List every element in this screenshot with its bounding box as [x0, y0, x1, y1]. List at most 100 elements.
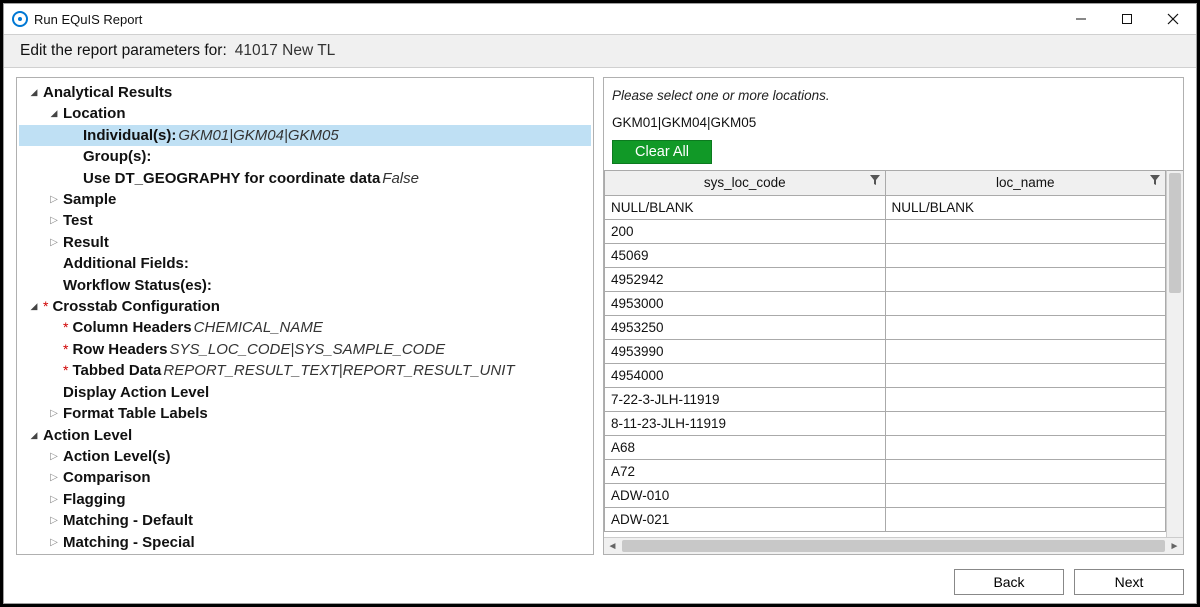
- cell-loc-name: [885, 483, 1166, 507]
- caret-open-icon[interactable]: [27, 86, 41, 100]
- tree-item[interactable]: Matching - Special: [19, 532, 591, 553]
- tree-item[interactable]: *Tabbed Data REPORT_RESULT_TEXT|REPORT_R…: [19, 360, 591, 381]
- tree-item[interactable]: Display Action Level: [19, 382, 591, 403]
- column-header-loc-name[interactable]: loc_name: [885, 171, 1166, 195]
- tree-item[interactable]: Sample: [19, 189, 591, 210]
- minimize-button[interactable]: [1058, 4, 1104, 34]
- table-row[interactable]: A72: [605, 459, 1166, 483]
- picker-selection: GKM01|GKM04|GKM05: [612, 115, 1179, 130]
- required-star: *: [63, 339, 68, 360]
- table-row[interactable]: A68: [605, 435, 1166, 459]
- caret-none: [47, 343, 61, 357]
- scroll-right-arrow[interactable]: ►: [1166, 538, 1183, 554]
- tree-item[interactable]: *Crosstab Configuration: [19, 296, 591, 317]
- subheader-label: Edit the report parameters for:: [20, 42, 227, 60]
- cell-loc-name: [885, 507, 1166, 531]
- caret-closed-icon[interactable]: [47, 492, 61, 506]
- caret-none: [47, 278, 61, 292]
- tree-item[interactable]: Result: [19, 232, 591, 253]
- tree-item[interactable]: Location: [19, 103, 591, 124]
- cell-sys-loc-code: 8-11-23-JLH-11919: [605, 411, 886, 435]
- caret-closed-icon[interactable]: [47, 407, 61, 421]
- table-row[interactable]: 4953250: [605, 315, 1166, 339]
- tree-item[interactable]: Comparison: [19, 467, 591, 488]
- tree-item[interactable]: Use DT_GEOGRAPHY for coordinate data Fal…: [19, 168, 591, 189]
- required-star: *: [63, 360, 68, 381]
- grid-wrap: sys_loc_code loc_name: [604, 170, 1183, 537]
- tree-item[interactable]: Action Level(s): [19, 446, 591, 467]
- caret-open-icon[interactable]: [27, 428, 41, 442]
- required-star: *: [43, 296, 48, 317]
- table-row[interactable]: 8-11-23-JLH-11919: [605, 411, 1166, 435]
- tree-item[interactable]: *Column Headers CHEMICAL_NAME: [19, 317, 591, 338]
- tree-item[interactable]: Individual(s): GKM01|GKM04|GKM05: [19, 125, 591, 146]
- clear-all-button[interactable]: Clear All: [612, 140, 712, 164]
- table-row[interactable]: ADW-021: [605, 507, 1166, 531]
- tree-item-label: Individual(s):: [83, 125, 176, 146]
- caret-closed-icon[interactable]: [47, 535, 61, 549]
- tree-item[interactable]: Format Table Labels: [19, 403, 591, 424]
- cell-sys-loc-code: 200: [605, 219, 886, 243]
- caret-closed-icon[interactable]: [47, 236, 61, 250]
- caret-closed-icon[interactable]: [47, 193, 61, 207]
- tree-item-label: Action Level(s): [63, 446, 171, 467]
- next-button[interactable]: Next: [1074, 569, 1184, 595]
- tree-item[interactable]: Action Level: [19, 425, 591, 446]
- back-button[interactable]: Back: [954, 569, 1064, 595]
- caret-none: [47, 385, 61, 399]
- scrollbar-thumb[interactable]: [622, 540, 1165, 552]
- maximize-button[interactable]: [1104, 4, 1150, 34]
- table-row[interactable]: 7-22-3-JLH-11919: [605, 387, 1166, 411]
- table-row[interactable]: 4954000: [605, 363, 1166, 387]
- tree-item-value: CHEMICAL_NAME: [194, 317, 323, 338]
- caret-none: [47, 321, 61, 335]
- required-star: *: [63, 317, 68, 338]
- caret-open-icon[interactable]: [47, 107, 61, 121]
- horizontal-scrollbar[interactable]: ◄ ►: [604, 537, 1183, 554]
- tree-item-label: Tabbed Data: [72, 360, 161, 381]
- table-row[interactable]: 200: [605, 219, 1166, 243]
- caret-closed-icon[interactable]: [47, 514, 61, 528]
- table-row[interactable]: 4953000: [605, 291, 1166, 315]
- tree-item[interactable]: Workflow Status(es):: [19, 275, 591, 296]
- location-grid[interactable]: sys_loc_code loc_name: [604, 170, 1166, 537]
- tree-item-label: Action Level: [43, 425, 132, 446]
- scroll-left-arrow[interactable]: ◄: [604, 538, 621, 554]
- cell-sys-loc-code: 4952942: [605, 267, 886, 291]
- tree-item[interactable]: Analytical Results: [19, 82, 591, 103]
- caret-closed-icon[interactable]: [47, 471, 61, 485]
- cell-loc-name: [885, 243, 1166, 267]
- table-row[interactable]: 4953990: [605, 339, 1166, 363]
- cell-loc-name: [885, 459, 1166, 483]
- table-row[interactable]: 4952942: [605, 267, 1166, 291]
- scrollbar-thumb[interactable]: [1169, 173, 1181, 293]
- table-row[interactable]: ADW-010: [605, 483, 1166, 507]
- cell-sys-loc-code: 45069: [605, 243, 886, 267]
- tree-item-value: REPORT_RESULT_TEXT|REPORT_RESULT_UNIT: [163, 360, 514, 381]
- tree-item-value: SYS_LOC_CODE|SYS_SAMPLE_CODE: [170, 339, 446, 360]
- table-row[interactable]: NULL/BLANKNULL/BLANK: [605, 195, 1166, 219]
- filter-icon[interactable]: [869, 174, 881, 189]
- filter-icon[interactable]: [1149, 174, 1161, 189]
- tree-item-label: Display Action Level: [63, 382, 209, 403]
- tree-item[interactable]: Flagging: [19, 489, 591, 510]
- caret-closed-icon[interactable]: [47, 450, 61, 464]
- caret-closed-icon[interactable]: [47, 214, 61, 228]
- close-button[interactable]: [1150, 4, 1196, 34]
- caret-open-icon[interactable]: [27, 300, 41, 314]
- tree-item[interactable]: Group(s):: [19, 146, 591, 167]
- column-header-sys-loc-code[interactable]: sys_loc_code: [605, 171, 886, 195]
- cell-sys-loc-code: 4954000: [605, 363, 886, 387]
- cell-loc-name: [885, 267, 1166, 291]
- tree-item[interactable]: Additional Fields:: [19, 253, 591, 274]
- parameter-tree[interactable]: Analytical ResultsLocationIndividual(s):…: [19, 82, 591, 553]
- cell-sys-loc-code: A72: [605, 459, 886, 483]
- vertical-scrollbar[interactable]: [1166, 170, 1183, 537]
- tree-item-label: Additional Fields:: [63, 253, 189, 274]
- tree-item[interactable]: *Row Headers SYS_LOC_CODE|SYS_SAMPLE_COD…: [19, 339, 591, 360]
- titlebar: Run EQuIS Report: [4, 4, 1196, 34]
- table-row[interactable]: 45069: [605, 243, 1166, 267]
- tree-item[interactable]: Test: [19, 210, 591, 231]
- tree-item[interactable]: Matching - Default: [19, 510, 591, 531]
- cell-sys-loc-code: ADW-021: [605, 507, 886, 531]
